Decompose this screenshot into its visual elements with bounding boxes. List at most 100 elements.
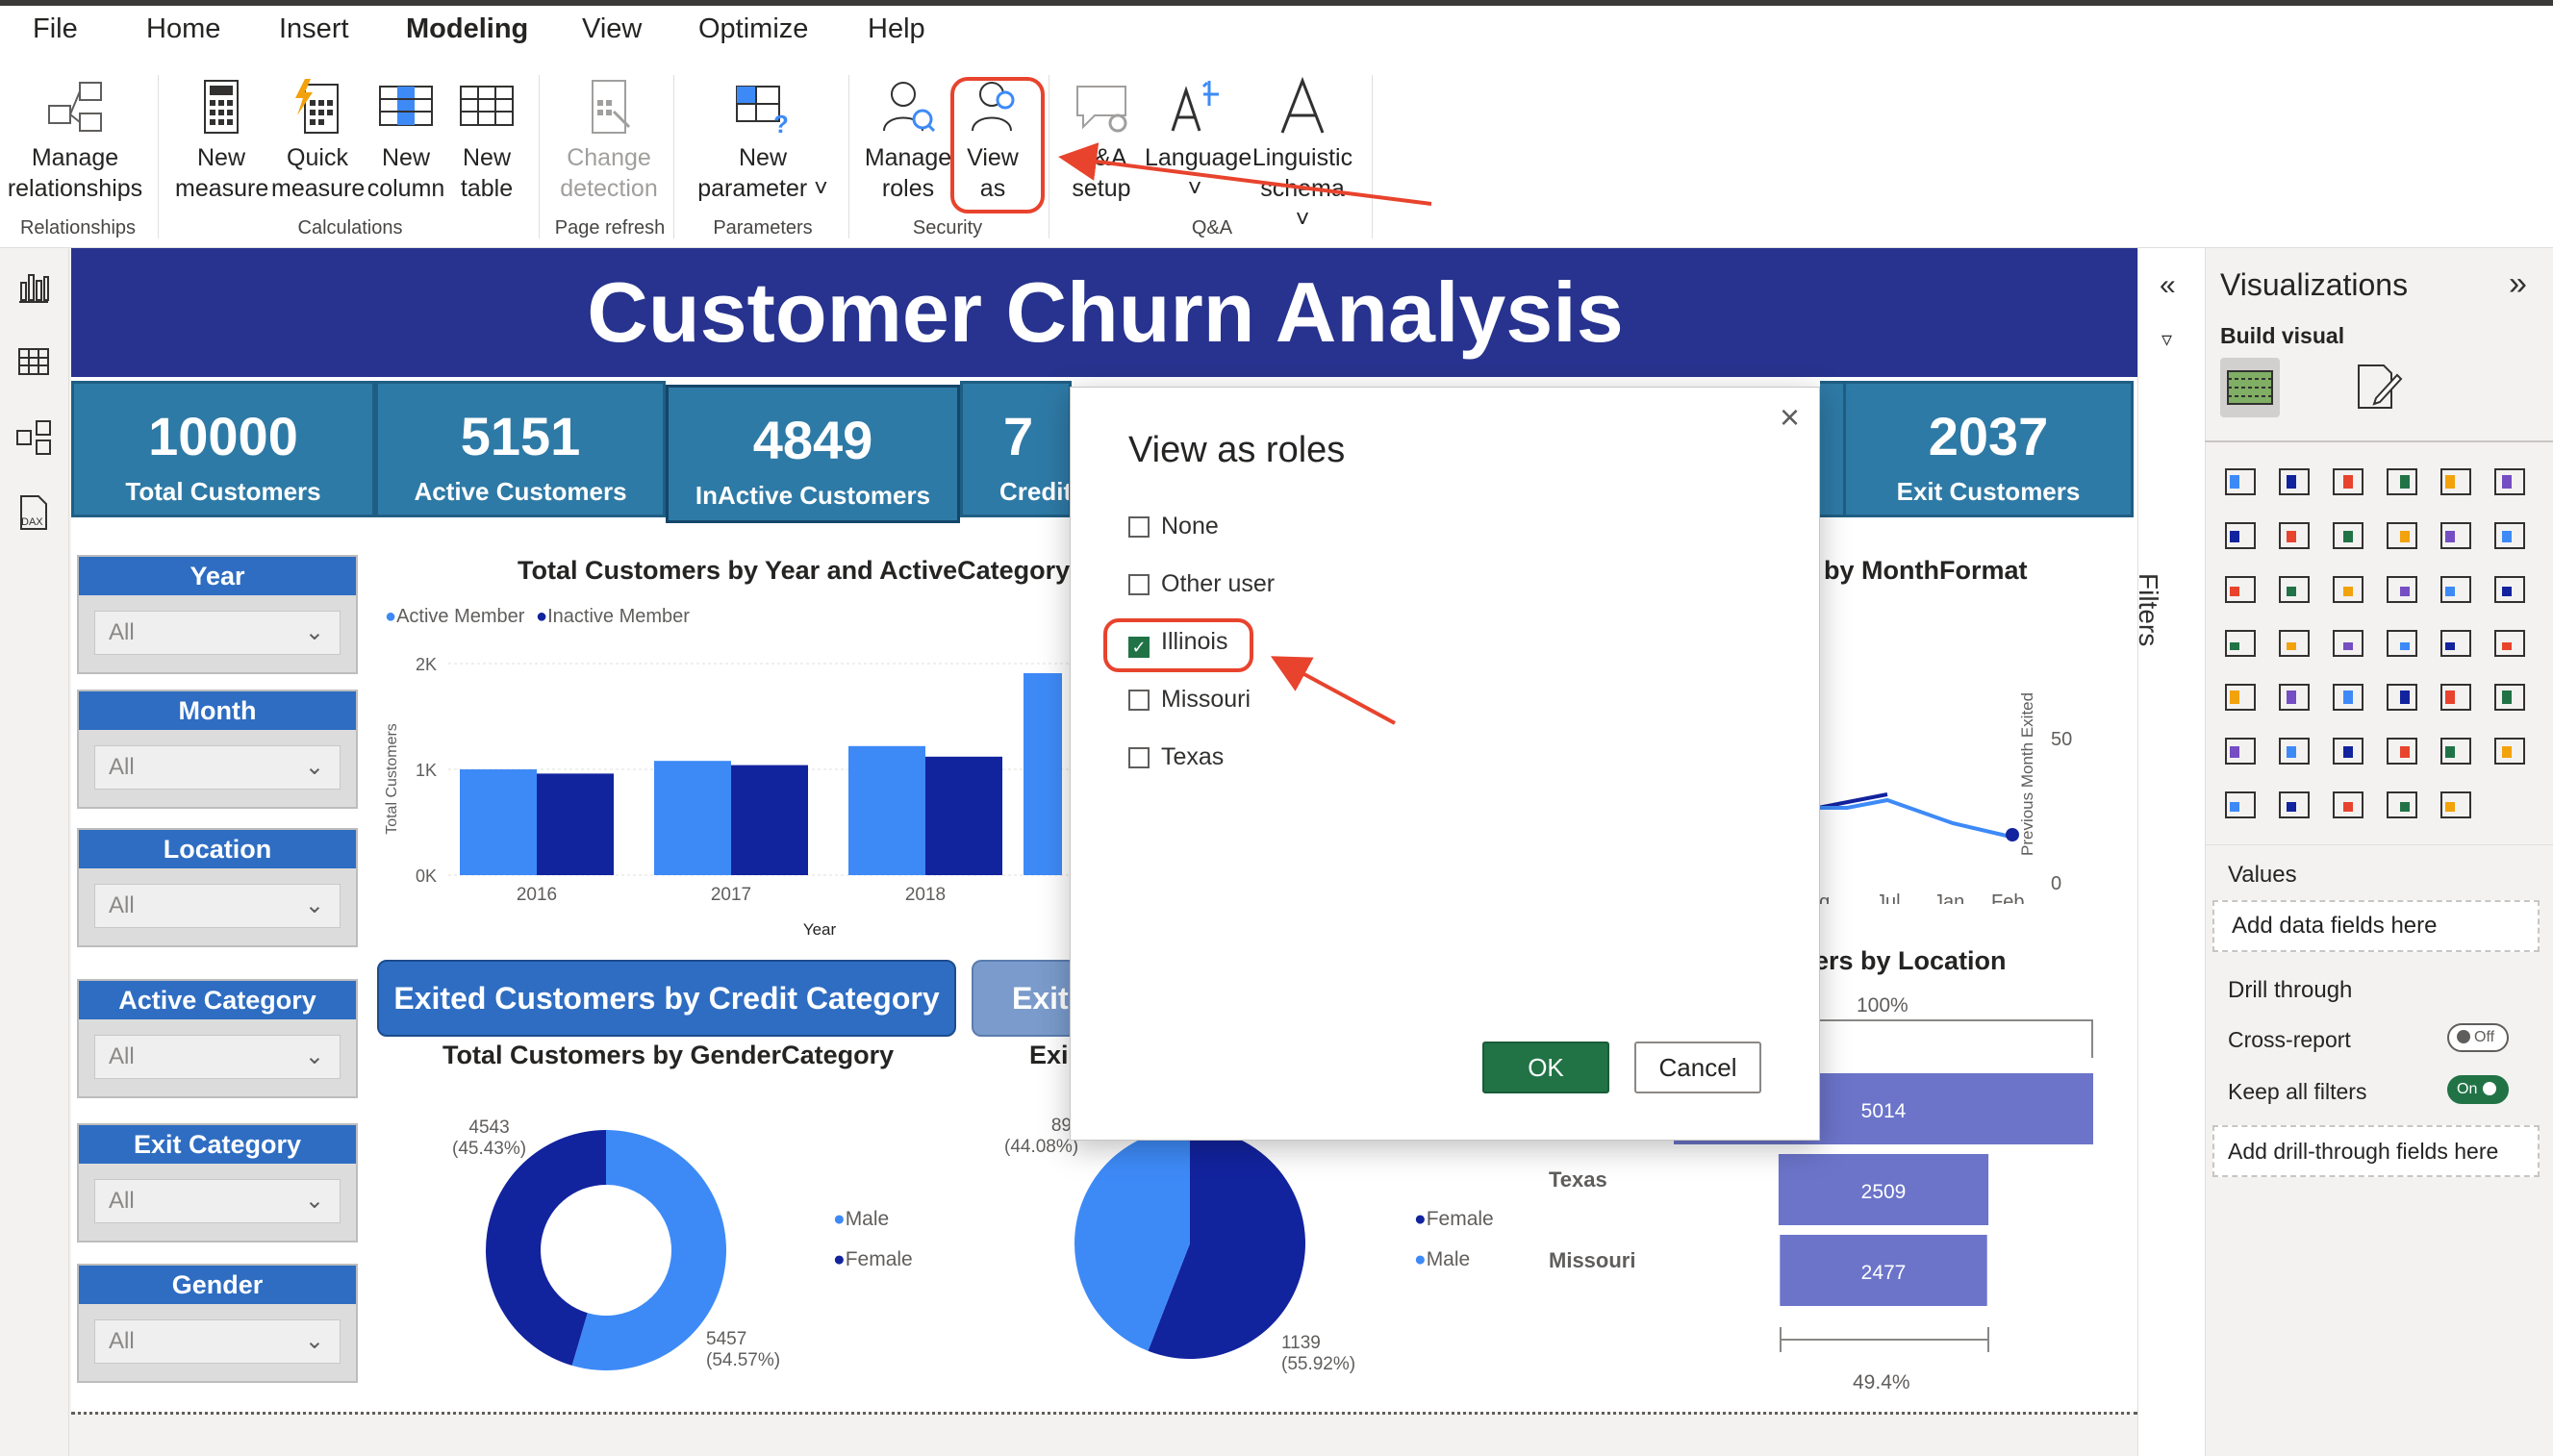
visual-type-icon[interactable] xyxy=(2384,679,2420,715)
menu-modeling[interactable]: Modeling xyxy=(406,13,528,45)
keep-all-filters-toggle[interactable]: On xyxy=(2447,1075,2509,1104)
quick-measure-button[interactable]: Quick measure xyxy=(271,77,365,204)
menu-file[interactable]: File xyxy=(33,13,78,45)
role-option-none[interactable]: None xyxy=(1128,513,1219,540)
visual-type-icon[interactable] xyxy=(2491,464,2528,500)
quick-measure-icon xyxy=(295,79,339,134)
role-option-missouri[interactable]: Missouri xyxy=(1128,686,1251,714)
visual-type-icon[interactable] xyxy=(2276,464,2313,500)
slicer-dropdown[interactable]: All ⌄ xyxy=(94,1035,341,1079)
visual-type-icon[interactable] xyxy=(2438,733,2474,769)
menu-optimize[interactable]: Optimize xyxy=(698,13,808,45)
checkbox-icon[interactable] xyxy=(1128,574,1150,595)
dax-query-view-icon[interactable]: DAX xyxy=(13,492,54,533)
visual-type-icon[interactable] xyxy=(2222,787,2259,823)
exited-credit-category-button[interactable]: Exited Customers by Credit Category xyxy=(377,960,956,1037)
exited-button-partial[interactable]: Exite xyxy=(972,960,1077,1037)
visual-type-icon[interactable] xyxy=(2384,733,2420,769)
visual-type-icon[interactable] xyxy=(2491,625,2528,662)
report-view-icon[interactable] xyxy=(13,267,54,308)
visual-type-icon[interactable] xyxy=(2384,625,2420,662)
new-column-button[interactable]: New column xyxy=(364,77,448,204)
new-measure-button[interactable]: New measure xyxy=(175,77,268,204)
role-option-other-user[interactable]: Other user xyxy=(1128,570,1275,598)
relationships-icon xyxy=(48,82,102,132)
slicer-month[interactable]: Month All ⌄ xyxy=(77,690,358,809)
visual-type-icon[interactable] xyxy=(2438,517,2474,554)
menu-view[interactable]: View xyxy=(582,13,642,45)
slicer-year[interactable]: Year All ⌄ xyxy=(77,555,358,674)
checkbox-icon[interactable] xyxy=(1128,690,1150,711)
visual-type-icon[interactable] xyxy=(2276,517,2313,554)
visual-type-icon[interactable] xyxy=(2491,679,2528,715)
checkbox-icon[interactable] xyxy=(1128,516,1150,538)
ok-button[interactable]: OK xyxy=(1482,1042,1609,1093)
visual-type-icon[interactable] xyxy=(2384,787,2420,823)
visual-type-icon[interactable] xyxy=(2438,787,2474,823)
slicer-location[interactable]: Location All ⌄ xyxy=(77,828,358,947)
visual-type-icon[interactable] xyxy=(2276,787,2313,823)
menu-insert[interactable]: Insert xyxy=(279,13,349,45)
visual-type-icon[interactable] xyxy=(2222,625,2259,662)
role-option-texas[interactable]: Texas xyxy=(1128,743,1224,771)
visual-type-icon[interactable] xyxy=(2222,733,2259,769)
new-parameter-button[interactable]: ? New parameter ˅ xyxy=(691,77,835,204)
visual-type-icon[interactable] xyxy=(2222,571,2259,608)
visual-type-icon[interactable] xyxy=(2276,625,2313,662)
visual-type-icon[interactable] xyxy=(2330,464,2366,500)
visual-type-icon[interactable] xyxy=(2330,679,2366,715)
visual-type-icon[interactable] xyxy=(2330,517,2366,554)
slicer-exit-category[interactable]: Exit Category All ⌄ xyxy=(77,1123,358,1243)
visual-type-icon[interactable] xyxy=(2491,733,2528,769)
add-data-fields-well[interactable]: Add data fields here xyxy=(2212,900,2540,952)
visual-type-icon[interactable] xyxy=(2276,571,2313,608)
visual-type-icon[interactable] xyxy=(2438,571,2474,608)
manage-roles-button[interactable]: Manage roles xyxy=(864,77,952,204)
collapse-left-icon[interactable]: « xyxy=(2160,269,2176,302)
qa-setup-button[interactable]: Q&A setup xyxy=(1060,77,1143,204)
visual-type-icon[interactable] xyxy=(2222,517,2259,554)
language-button[interactable]: Language ˅ xyxy=(1145,77,1251,204)
menu-home[interactable]: Home xyxy=(146,13,220,45)
new-table-button[interactable]: New table xyxy=(448,77,525,204)
checkbox-icon[interactable] xyxy=(1128,747,1150,768)
visual-type-icon[interactable] xyxy=(2438,464,2474,500)
menu-help[interactable]: Help xyxy=(868,13,925,45)
format-visual-icon[interactable] xyxy=(2351,360,2405,414)
cancel-button[interactable]: Cancel xyxy=(1634,1042,1761,1093)
visual-type-icon[interactable] xyxy=(2384,464,2420,500)
visual-type-icon[interactable] xyxy=(2438,679,2474,715)
linguistic-schema-button[interactable]: Linguistic schema ˅ xyxy=(1251,77,1354,235)
visual-type-icon[interactable] xyxy=(2222,679,2259,715)
visual-type-icon[interactable] xyxy=(2222,464,2259,500)
visual-type-icon[interactable] xyxy=(2276,679,2313,715)
visual-type-icon[interactable] xyxy=(2491,517,2528,554)
visual-type-icon[interactable] xyxy=(2330,625,2366,662)
visual-type-icon[interactable] xyxy=(2330,787,2366,823)
visual-type-icon[interactable] xyxy=(2384,571,2420,608)
slicer-dropdown[interactable]: All ⌄ xyxy=(94,1319,341,1364)
add-drill-through-well[interactable]: Add drill-through fields here xyxy=(2212,1125,2540,1177)
slicer-dropdown[interactable]: All ⌄ xyxy=(94,884,341,928)
slicer-gender[interactable]: Gender All ⌄ xyxy=(77,1264,358,1383)
visual-type-icon[interactable] xyxy=(2330,571,2366,608)
filters-pane-collapsed[interactable]: « Filters ▿ xyxy=(2134,248,2205,1456)
visual-type-icon[interactable] xyxy=(2276,733,2313,769)
close-icon[interactable]: × xyxy=(1780,397,1800,438)
build-visual-tab[interactable] xyxy=(2220,358,2280,417)
slicer-dropdown[interactable]: All ⌄ xyxy=(94,611,341,655)
slicer-dropdown[interactable]: All ⌄ xyxy=(94,1179,341,1223)
manage-relationships-button[interactable]: Manage relationships xyxy=(4,77,146,204)
qa-setup-icon xyxy=(1076,86,1127,133)
visual-type-icon[interactable] xyxy=(2384,517,2420,554)
model-view-icon[interactable] xyxy=(13,417,54,458)
cross-report-toggle[interactable]: Off xyxy=(2447,1023,2509,1052)
visual-type-icon[interactable] xyxy=(2491,571,2528,608)
slicer-dropdown[interactable]: All ⌄ xyxy=(94,745,341,790)
slicer-active-category[interactable]: Active Category All ⌄ xyxy=(77,979,358,1098)
expand-right-icon[interactable]: » xyxy=(2509,265,2527,303)
visual-type-icon[interactable] xyxy=(2330,733,2366,769)
visual-type-icon[interactable] xyxy=(2438,625,2474,662)
table-view-icon[interactable] xyxy=(13,341,54,382)
change-detection-button[interactable]: Change detection xyxy=(558,77,660,204)
